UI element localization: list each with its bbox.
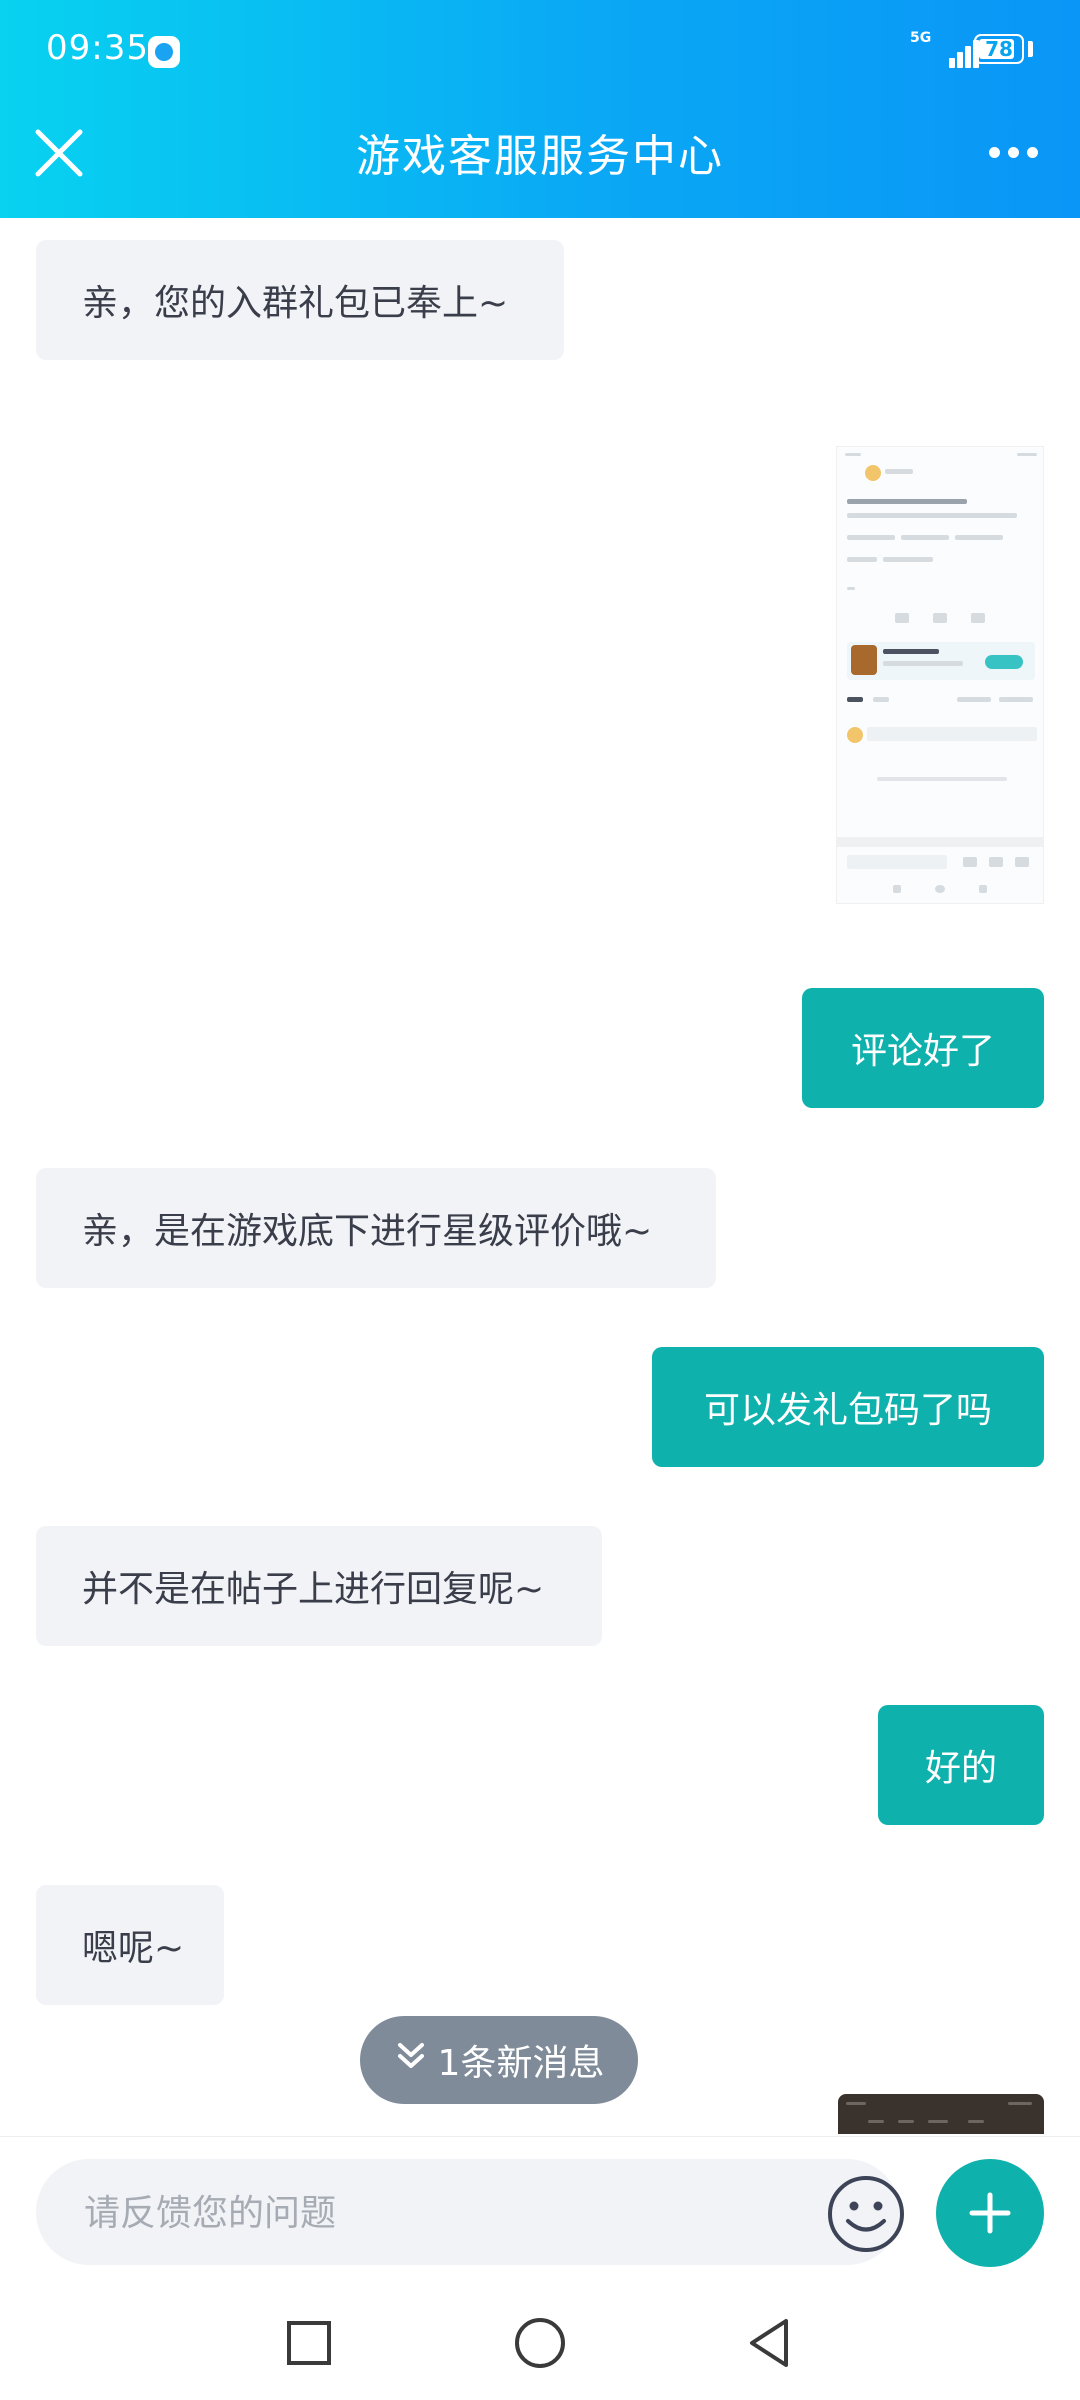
battery-level: 78 — [985, 37, 1013, 61]
add-attachment-button[interactable] — [936, 2159, 1044, 2267]
feedback-input[interactable] — [82, 2159, 786, 2267]
new-messages-label: 1条新消息 — [437, 2043, 605, 2084]
network-label: 5G — [910, 30, 932, 46]
smiley-icon — [828, 2176, 904, 2252]
system-navigation-bar — [0, 2286, 1080, 2400]
nav-home-button[interactable] — [505, 2308, 575, 2378]
new-messages-button[interactable]: 1条新消息 — [360, 2016, 638, 2104]
message-outgoing[interactable]: 评论好了 — [802, 988, 1044, 1108]
battery-cap — [1028, 41, 1033, 57]
double-chevron-down-icon — [397, 2043, 424, 2068]
message-outgoing[interactable]: 好的 — [878, 1705, 1044, 1825]
input-container — [36, 2159, 904, 2267]
circle-icon — [515, 2318, 565, 2368]
app-notification-icon — [148, 36, 180, 68]
battery-icon: 78 — [974, 34, 1024, 64]
square-icon — [287, 2321, 331, 2365]
message-image-screenshot[interactable] — [836, 446, 1044, 904]
emoji-button[interactable] — [826, 2174, 906, 2254]
message-incoming[interactable]: 亲，是在游戏底下进行星级评价哦~ — [36, 1168, 716, 1288]
more-dots-icon — [988, 146, 1000, 158]
plus-icon — [969, 2192, 1011, 2234]
message-incoming[interactable]: 亲，您的入群礼包已奉上~ — [36, 240, 564, 360]
input-bar — [0, 2136, 1080, 2287]
message-image-partial[interactable] — [838, 2094, 1044, 2134]
message-outgoing[interactable]: 可以发礼包码了吗 — [652, 1347, 1044, 1467]
triangle-back-icon — [750, 2319, 788, 2367]
nav-back-button[interactable] — [735, 2308, 805, 2378]
close-icon — [35, 129, 83, 177]
header-bar: 09:35 5G 78 游戏客服服务中心 — [0, 0, 1080, 218]
nav-recent-apps-button[interactable] — [274, 2308, 344, 2378]
more-button[interactable] — [980, 122, 1046, 182]
message-incoming[interactable]: 嗯呢~ — [36, 1885, 224, 2005]
message-incoming[interactable]: 并不是在帖子上进行回复呢~ — [36, 1526, 602, 1646]
status-time: 09:35 — [46, 28, 149, 68]
close-button[interactable] — [28, 122, 90, 184]
page-title: 游戏客服服务中心 — [356, 131, 724, 182]
